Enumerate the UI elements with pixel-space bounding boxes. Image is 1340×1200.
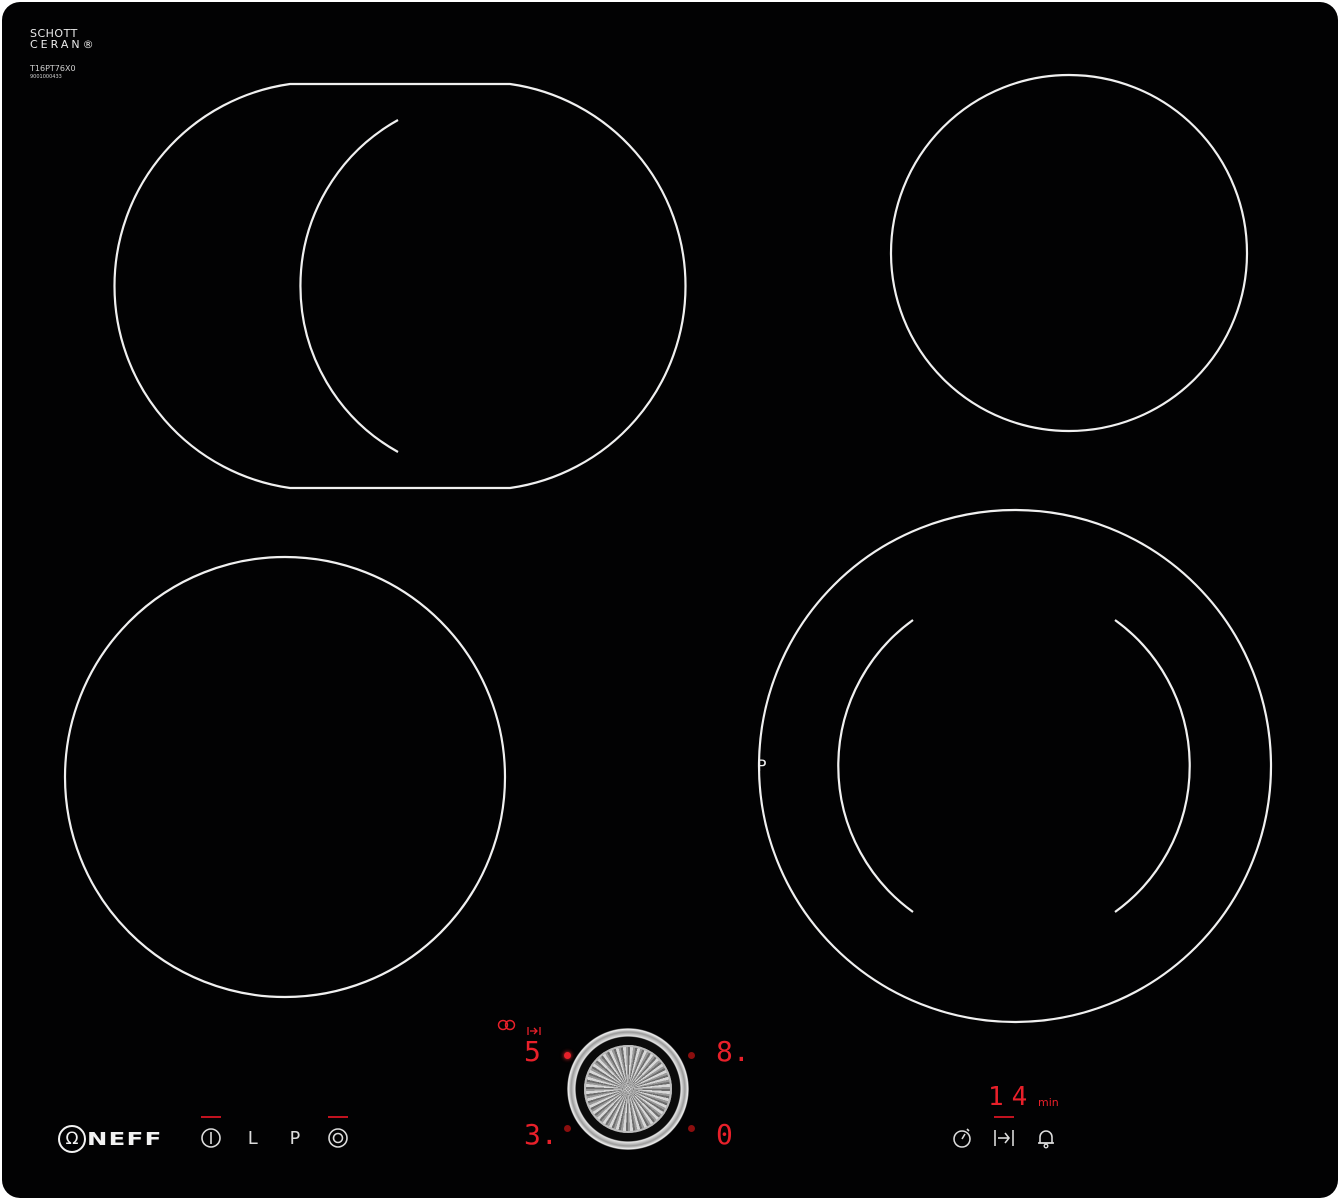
neff-wordmark: NEFF: [87, 1128, 163, 1150]
power-icon[interactable]: [196, 1123, 226, 1153]
front-left-zone-inner-arc: [299, 119, 399, 453]
glass-brand-mark: SCHOTT CERAN®: [30, 28, 97, 50]
zone-indicator-label: P: [757, 756, 767, 775]
omega-icon: Ω: [58, 1125, 86, 1153]
cooking-zones-layer: P: [63, 73, 1273, 1024]
twist-pad-knob[interactable]: [584, 1045, 672, 1133]
front-right-zone-inner-arc-left: [837, 619, 914, 913]
serial-number: 9001000433: [30, 74, 62, 80]
timer-indicator-bar: [994, 1116, 1014, 1118]
cooking-timer-button[interactable]: [992, 1126, 1016, 1154]
dual-zone-icon[interactable]: [323, 1123, 353, 1153]
bell-icon[interactable]: [1034, 1126, 1058, 1154]
zone-selected-dot: [564, 1052, 571, 1059]
zone-display-top-left[interactable]: 5: [524, 1038, 541, 1066]
stopwatch-icon[interactable]: [950, 1126, 974, 1154]
rear-left-zone-outline: [63, 555, 507, 999]
child-lock-button[interactable]: L: [238, 1123, 268, 1153]
timer-unit: min: [1038, 1096, 1059, 1109]
front-right-zone-outer-ring: [757, 508, 1273, 1024]
front-right-zone-inner-arc-right: [1114, 619, 1191, 913]
rear-right-zone-outline: [889, 73, 1249, 433]
neff-logo: Ω NEFF: [58, 1124, 161, 1154]
model-label: T16PT76X0 9001000433: [30, 64, 76, 82]
zone-dot-bottom-right: [688, 1125, 695, 1132]
zone-dot-bottom-left: [564, 1125, 571, 1132]
power-boost-button[interactable]: P: [280, 1123, 310, 1153]
model-number: T16PT76X0: [30, 64, 76, 73]
glass-brand-line2: CERAN®: [30, 38, 97, 51]
zone-display-bottom-right[interactable]: 0: [716, 1121, 733, 1149]
power-indicator-bar: [201, 1116, 221, 1118]
dual-zone-indicator-bar: [328, 1116, 348, 1118]
front-left-zone-outline: [113, 82, 687, 490]
timer-display: 14: [988, 1082, 1036, 1112]
zone-dot-top-right: [688, 1052, 695, 1059]
zone-display-top-right[interactable]: 8.: [716, 1038, 750, 1066]
infinity-link-icon[interactable]: [497, 1016, 517, 1035]
zone-display-bottom-left[interactable]: 3.: [524, 1121, 558, 1149]
